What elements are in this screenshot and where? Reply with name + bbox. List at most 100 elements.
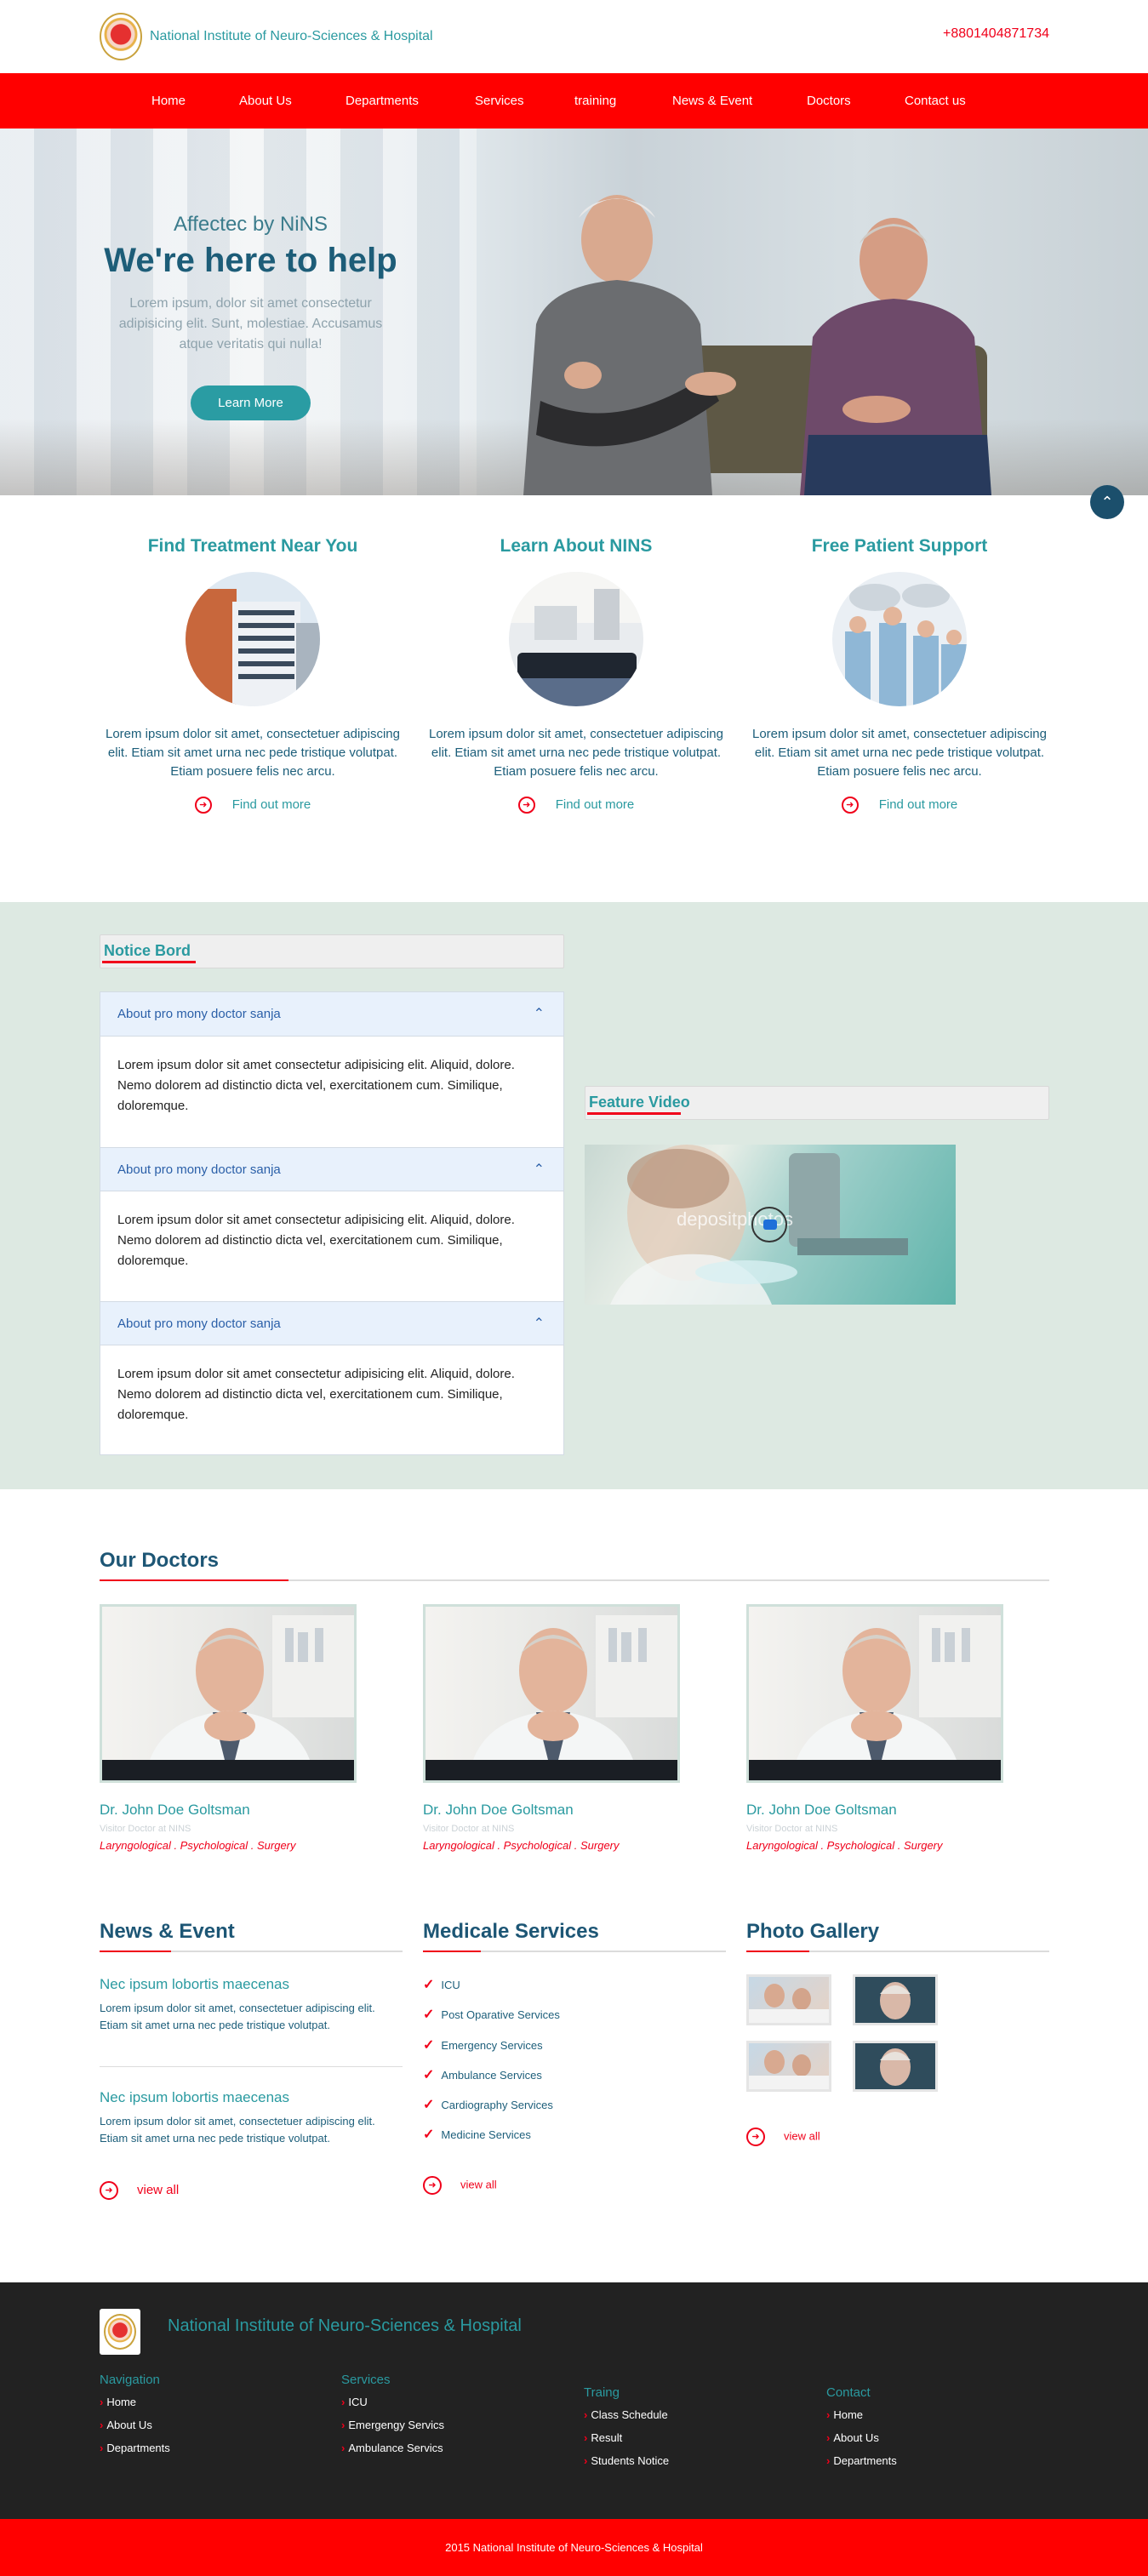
service-item[interactable]: ✓ Ambulance Services (423, 2066, 542, 2083)
doctor-name[interactable]: Dr. John Doe Goltsman (423, 1802, 680, 1819)
service-item[interactable]: ✓ Emergency Services (423, 2036, 543, 2053)
feature-image-building (186, 572, 320, 706)
footer-link-label: Class Schedule (591, 2408, 668, 2421)
news-item-text: Lorem ipsum dolor sit amet, consectetuer… (100, 2115, 375, 2145)
nav-home[interactable]: Home (151, 94, 186, 108)
footer-link[interactable]: › About Us (100, 2419, 170, 2431)
footer-link[interactable]: › About Us (826, 2431, 897, 2444)
arrow-right-circle-icon: ➜ (517, 797, 535, 814)
footer-logo[interactable] (100, 2309, 140, 2355)
find-out-more-link[interactable]: ➜ Find out more (423, 797, 729, 814)
nav-doctors[interactable]: Doctors (807, 94, 851, 108)
doctor-photo[interactable] (423, 1604, 680, 1783)
chevron-right-icon: › (584, 2431, 588, 2444)
feature-text: Lorem ipsum dolor sit amet, consectetuer… (752, 727, 1047, 779)
learn-more-button[interactable]: Learn More (191, 386, 311, 420)
footer-link[interactable]: › Emergengy Servics (341, 2419, 444, 2431)
footer-link[interactable]: › Ambulance Servics (341, 2442, 444, 2454)
section-divider (100, 1951, 403, 1952)
feature-video-player[interactable]: depositphotos (585, 1145, 956, 1305)
service-item[interactable]: ✓ Medicine Services (423, 2126, 531, 2143)
footer-logo-emblem (104, 2314, 136, 2350)
section-divider (746, 1951, 1049, 1952)
nav-departments[interactable]: Departments (346, 94, 419, 108)
play-button[interactable] (751, 1207, 787, 1242)
play-icon (763, 1219, 777, 1230)
footer-link-label: Result (591, 2431, 623, 2444)
main-nav: Home About Us Departments Services train… (0, 73, 1148, 129)
hero-title: We're here to help (104, 242, 397, 279)
nav-contact-us[interactable]: Contact us (905, 94, 966, 108)
notice-item-body: Lorem ipsum dolor sit amet consectetur a… (117, 1213, 515, 1268)
our-doctors-heading: Our Doctors (100, 1549, 220, 1572)
find-out-more-link[interactable]: ➜ Find out more (746, 797, 1053, 814)
nav-services[interactable]: Services (475, 94, 524, 108)
service-item[interactable]: ✓ ICU (423, 1976, 460, 1993)
notice-board-title: Notice Bord (104, 942, 191, 959)
footer-link[interactable]: › ICU (341, 2396, 444, 2408)
logo[interactable] (100, 13, 142, 60)
check-icon: ✓ (423, 1978, 435, 1992)
footer-link[interactable]: › Home (100, 2396, 170, 2408)
phone-number[interactable]: +8801404871734 (943, 26, 1049, 42)
scroll-top-button[interactable]: ⌃ (1090, 485, 1124, 519)
service-item[interactable]: ✓ Cardiography Services (423, 2096, 553, 2113)
chevron-right-icon: › (826, 2408, 831, 2421)
check-icon: ✓ (423, 2098, 435, 2112)
chevron-right-icon: › (100, 2396, 104, 2408)
doctor-name[interactable]: Dr. John Doe Goltsman (100, 1802, 357, 1819)
notice-item-header[interactable]: About pro mony doctor sanja ⌃ (100, 1301, 563, 1345)
chevron-up-icon: ⌃ (533, 1162, 545, 1177)
footer-link-label: Emergengy Servics (348, 2419, 445, 2431)
footer-link[interactable]: › Home (826, 2408, 897, 2421)
notice-item-body: Lorem ipsum dolor sit amet consectetur a… (117, 1367, 515, 1422)
service-item[interactable]: ✓ Post Oparative Services (423, 2006, 560, 2023)
footer-link[interactable]: › Class Schedule (584, 2408, 669, 2421)
notice-item-header[interactable]: About pro mony doctor sanja ⌃ (100, 992, 563, 1037)
find-out-more-link[interactable]: ➜ Find out more (100, 797, 406, 814)
feature-card: Find Treatment Near You Lorem ipsum dolo… (100, 536, 406, 814)
gallery-thumbnail[interactable] (853, 1974, 938, 2025)
footer-link-label: Departments (106, 2442, 170, 2454)
news-event-heading: News & Event (100, 1920, 235, 1943)
notice-item-body: Lorem ipsum dolor sit amet consectetur a… (117, 1058, 515, 1113)
news-view-all-link[interactable]: ➜ view all (100, 2181, 179, 2200)
services-view-all-link[interactable]: ➜ view all (423, 2176, 497, 2195)
footer-link[interactable]: › Students Notice (584, 2454, 669, 2467)
news-divider (100, 2066, 403, 2067)
find-out-more-label: Find out more (555, 797, 635, 812)
notice-item-title: About pro mony doctor sanja (117, 1162, 281, 1177)
news-item-text: Lorem ipsum dolor sit amet, consectetuer… (100, 2002, 375, 2031)
chevron-right-icon: › (341, 2442, 346, 2454)
feature-title: Learn About NINS (500, 536, 653, 556)
footer-link-label: ICU (348, 2396, 368, 2408)
arrow-right-circle-icon: ➜ (100, 2181, 118, 2200)
footer-link[interactable]: › Departments (100, 2442, 170, 2454)
gallery-thumbnail[interactable] (853, 2041, 938, 2092)
nav-training[interactable]: training (574, 94, 616, 108)
doctor-specialties: Laryngological . Psychological . Surgery (746, 1839, 943, 1852)
doctor-role: Visitor Doctor at NINS (100, 1824, 191, 1834)
divider-accent (423, 1951, 481, 1952)
doctor-role: Visitor Doctor at NINS (423, 1824, 515, 1834)
doctor-name[interactable]: Dr. John Doe Goltsman (746, 1802, 1003, 1819)
section-divider (100, 1579, 1049, 1581)
footer-link[interactable]: › Result (584, 2431, 669, 2444)
nav-about-us[interactable]: About Us (239, 94, 292, 108)
gallery-thumbnail[interactable] (746, 1974, 831, 2025)
check-icon: ✓ (423, 2068, 435, 2082)
nav-news-event[interactable]: News & Event (672, 94, 752, 108)
doctor-photo[interactable] (746, 1604, 1003, 1783)
news-item-title[interactable]: Nec ipsum lobortis maecenas (100, 2089, 289, 2106)
footer-link[interactable]: › Departments (826, 2454, 897, 2467)
hero-man-right-image (800, 218, 991, 495)
site-name-link[interactable]: National Institute of Neuro-Sciences & H… (150, 29, 433, 44)
notice-item-header[interactable]: About pro mony doctor sanja ⌃ (100, 1147, 563, 1191)
gallery-thumbnail[interactable] (746, 2041, 831, 2092)
doctor-specialties: Laryngological . Psychological . Surgery (423, 1839, 620, 1852)
gallery-view-all-link[interactable]: ➜ view all (746, 2128, 820, 2146)
service-label: Emergency Services (441, 2039, 543, 2052)
doctor-photo[interactable] (100, 1604, 357, 1783)
doctor-specialties: Laryngological . Psychological . Surgery (100, 1839, 296, 1852)
news-item-title[interactable]: Nec ipsum lobortis maecenas (100, 1976, 289, 1993)
